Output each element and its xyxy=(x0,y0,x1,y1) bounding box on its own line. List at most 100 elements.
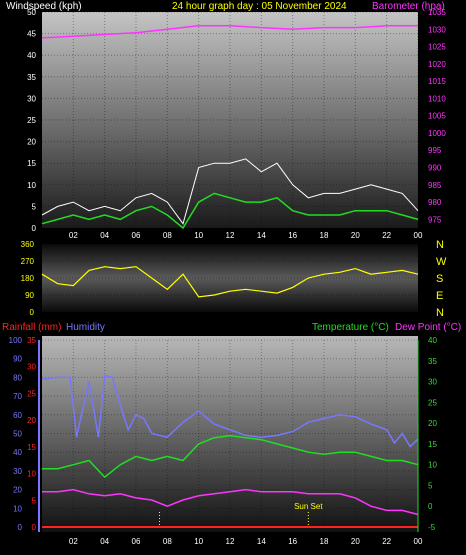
humidity-axis-title: Humidity xyxy=(66,322,105,333)
temperature-x-tick: 10 xyxy=(194,537,203,546)
chart-title: 24 hour graph day : 05 November 2024 xyxy=(172,1,347,12)
barometer-y-tick: 975 xyxy=(428,215,442,224)
temperature-y-tick: 0 xyxy=(428,502,433,511)
compass-label: N xyxy=(436,239,444,251)
rainfall-y-tick: 5 xyxy=(32,496,37,505)
barometer-y-tick: 1010 xyxy=(428,94,446,103)
humidity-y-tick: 0 xyxy=(18,523,23,532)
barometer-y-tick: 1030 xyxy=(428,25,446,34)
compass-label: E xyxy=(436,290,443,302)
temperature-y-tick: 5 xyxy=(428,481,433,490)
direction-y-tick: 90 xyxy=(25,291,34,300)
wind-x-tick: 14 xyxy=(257,231,266,240)
temperature-x-tick: 20 xyxy=(351,537,360,546)
temperature-x-tick: 16 xyxy=(288,537,297,546)
barometer-y-tick: 980 xyxy=(428,198,442,207)
direction-y-tick: 270 xyxy=(21,257,35,266)
temperature-x-tick: 22 xyxy=(382,537,391,546)
barometer-y-tick: 1015 xyxy=(428,77,446,86)
compass-label: S xyxy=(436,273,443,285)
barometer-y-ticks: 975 980 985 990 995 1000 1005 1010 1015 1020 1025 1… xyxy=(428,8,446,224)
humidity-y-ticks: 0 10 20 30 40 50 60 70 80 90 100 xyxy=(9,336,23,532)
sunset-label: Sun Set xyxy=(294,502,323,511)
temperature-x-tick: 08 xyxy=(163,537,172,546)
temperature-y-tick: 25 xyxy=(428,398,437,407)
humidity-y-tick: 20 xyxy=(13,486,22,495)
rainfall-y-tick: 30 xyxy=(27,363,36,372)
wind-y-tick: 30 xyxy=(27,94,36,103)
barometer-y-tick: 1025 xyxy=(428,43,446,52)
wind-y-tick: 20 xyxy=(27,138,36,147)
temperature-x-ticks: 02 04 06 08 10 12 14 16 18 20 22 00 xyxy=(69,537,423,546)
wind-x-tick: 02 xyxy=(69,231,78,240)
temperature-x-tick: 00 xyxy=(414,537,423,546)
wind-x-tick: 22 xyxy=(382,231,391,240)
humidity-y-tick: 10 xyxy=(13,504,22,513)
wind-x-tick: 20 xyxy=(351,231,360,240)
direction-y-tick: 0 xyxy=(30,308,35,317)
direction-plot-area xyxy=(42,244,418,312)
barometer-y-tick: 990 xyxy=(428,164,442,173)
temperature-y-tick: 20 xyxy=(428,419,437,428)
wind-x-tick: 06 xyxy=(132,231,141,240)
wind-y-tick: 40 xyxy=(27,51,36,60)
temperature-x-tick: 14 xyxy=(257,537,266,546)
temperature-y-tick: 15 xyxy=(428,440,437,449)
humidity-y-tick: 30 xyxy=(13,467,22,476)
wind-x-tick: 18 xyxy=(320,231,329,240)
wind-y-ticks: 0 5 10 15 20 25 30 35 40 45 50 xyxy=(27,8,36,233)
wind-x-tick: 08 xyxy=(163,231,172,240)
direction-y-ticks: 0 90 180 270 360 xyxy=(21,240,35,317)
rainfall-y-tick: 35 xyxy=(27,336,36,345)
rainfall-axis-title: Rainfall (mm) xyxy=(2,322,61,333)
rainfall-y-ticks: 0 5 10 15 20 25 30 35 xyxy=(27,336,36,532)
rainfall-y-tick: 10 xyxy=(27,470,36,479)
temperature-y-tick: 35 xyxy=(428,357,437,366)
humidity-y-tick: 100 xyxy=(9,336,23,345)
wind-y-tick: 25 xyxy=(27,116,36,125)
wind-x-tick: 04 xyxy=(100,231,109,240)
rainfall-y-tick: 20 xyxy=(27,416,36,425)
wind-y-tick: 0 xyxy=(32,224,37,233)
barometer-y-tick: 985 xyxy=(428,181,442,190)
barometer-y-tick: 1000 xyxy=(428,129,446,138)
humidity-y-tick: 50 xyxy=(13,430,22,439)
barometer-y-tick: 1005 xyxy=(428,112,446,121)
temperature-y-tick: 10 xyxy=(428,461,437,470)
temperature-axis-title: Temperature (°C) xyxy=(312,322,389,333)
wind-y-tick: 5 xyxy=(32,202,37,211)
wind-y-tick: 45 xyxy=(27,30,36,39)
temperature-y-tick: 30 xyxy=(428,378,437,387)
barometer-y-tick: 1035 xyxy=(428,8,446,17)
wind-x-tick: 00 xyxy=(414,231,423,240)
temperature-y-tick: 40 xyxy=(428,336,437,345)
wind-x-tick: 12 xyxy=(226,231,235,240)
direction-y-tick: 180 xyxy=(21,274,35,283)
wind-x-tick: 16 xyxy=(288,231,297,240)
temperature-x-tick: 12 xyxy=(226,537,235,546)
humidity-y-tick: 80 xyxy=(13,373,22,382)
rainfall-y-tick: 0 xyxy=(32,523,37,532)
wind-y-tick: 10 xyxy=(27,181,36,190)
rainfall-y-tick: 15 xyxy=(27,443,36,452)
humidity-y-tick: 70 xyxy=(13,392,22,401)
humidity-y-tick: 90 xyxy=(13,355,22,364)
temperature-x-tick: 02 xyxy=(69,537,78,546)
wind-y-tick: 50 xyxy=(27,8,36,17)
humidity-y-tick: 40 xyxy=(13,448,22,457)
dewpoint-axis-title: Dew Point (°C) xyxy=(395,322,461,333)
wind-axis-title: Windspeed (kph) xyxy=(6,1,82,12)
barometer-y-tick: 995 xyxy=(428,146,442,155)
temperature-x-tick: 04 xyxy=(100,537,109,546)
wind-y-tick: 35 xyxy=(27,73,36,82)
wind-y-tick: 15 xyxy=(27,159,36,168)
direction-y-tick: 360 xyxy=(21,240,35,249)
temperature-y-tick: -5 xyxy=(428,523,436,532)
weather-graph: Windspeed (kph) 24 hour graph day : 05 N… xyxy=(2,1,461,546)
compass-label: N xyxy=(436,307,444,319)
humidity-y-tick: 60 xyxy=(13,411,22,420)
compass-label: W xyxy=(436,256,447,268)
temperature-y-ticks: -5 0 5 10 15 20 25 30 35 40 xyxy=(428,336,437,532)
wind-x-ticks: 02 04 06 08 10 12 14 16 18 20 22 00 xyxy=(69,231,423,240)
temperature-x-tick: 06 xyxy=(132,537,141,546)
